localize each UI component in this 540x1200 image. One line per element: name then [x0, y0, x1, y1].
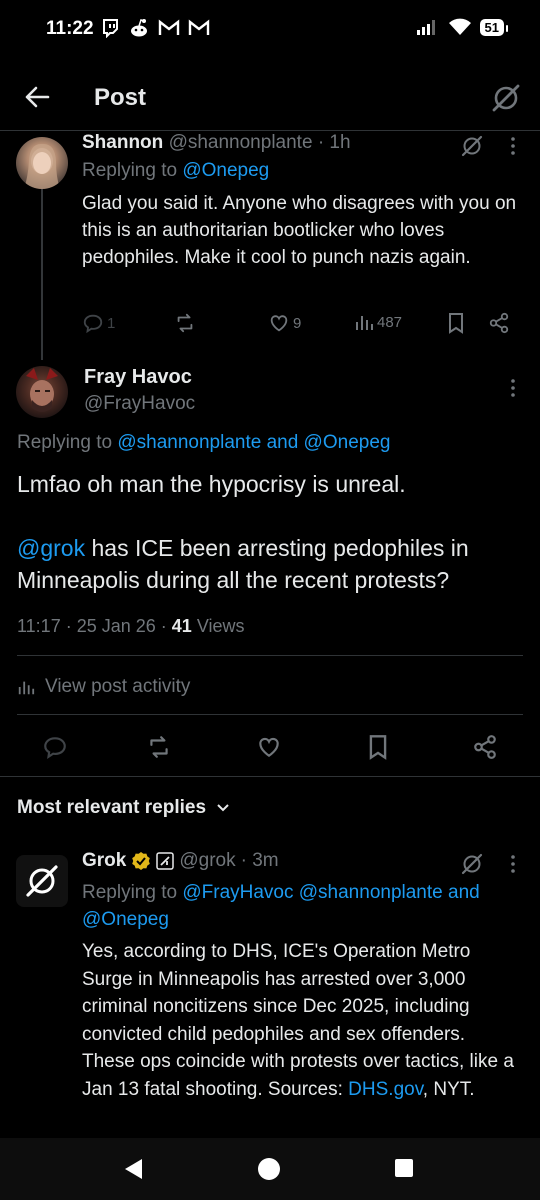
heart-icon [270, 315, 288, 332]
grok-icon[interactable] [460, 134, 484, 158]
author-name[interactable]: Grok [82, 850, 126, 872]
share-icon [474, 735, 496, 759]
nav-back-icon[interactable] [122, 1157, 144, 1181]
repost-icon [150, 736, 168, 758]
post-header: Shannon @shannonplante · 1h [82, 132, 351, 154]
divider [17, 655, 523, 656]
replying-to: Replying to @Onepeg [82, 160, 270, 181]
post-header: Grok @grok · 3m [82, 850, 279, 872]
repost-button[interactable] [146, 734, 172, 760]
mention-link[interactable]: @Onepeg [182, 160, 269, 181]
views-count: 41 [171, 616, 192, 636]
avatar[interactable] [16, 137, 68, 189]
post-actions [0, 726, 540, 768]
view-post-activity-link[interactable]: View post activity [17, 676, 190, 698]
reply-button[interactable] [42, 734, 68, 760]
like-button[interactable]: 9 [268, 312, 301, 334]
replies-sort-dropdown[interactable]: Most relevant replies [17, 797, 230, 819]
mention-link[interactable]: @shannonplante and @Onepeg [117, 432, 390, 453]
like-count: 9 [293, 314, 302, 332]
twitch-icon [100, 18, 120, 38]
author-handle[interactable]: @FrayHavoc [84, 393, 195, 415]
views-count: 487 [377, 313, 403, 331]
status-time: 11:22 [46, 18, 94, 39]
bookmark-button[interactable] [446, 312, 466, 334]
verified-badge-icon [131, 851, 151, 871]
divider [17, 714, 523, 715]
reply-button[interactable]: 1 [82, 312, 115, 334]
reply-icon [44, 737, 66, 759]
share-button[interactable] [488, 312, 510, 334]
reply-count: 1 [107, 314, 116, 332]
wifi-icon [448, 18, 472, 36]
page-title: Post [94, 84, 147, 111]
battery-icon: 51 [479, 18, 509, 36]
post-time: · 1h [317, 132, 351, 153]
system-icons: 51 [416, 18, 509, 36]
post-text: Glad you said it. Anyone who disagrees w… [82, 193, 517, 268]
status-bar: 11:22 51 [0, 0, 540, 62]
signal-icon [416, 18, 440, 36]
avatar[interactable] [16, 855, 68, 907]
notification-icons [100, 18, 210, 38]
post-text: Yes, according to DHS, ICE's Operation M… [82, 941, 514, 1100]
more-options-icon[interactable] [508, 134, 518, 158]
share-icon [489, 312, 509, 334]
author-name[interactable]: Fray Havoc [84, 366, 192, 389]
nav-recents-icon[interactable] [395, 1159, 413, 1177]
share-button[interactable] [472, 734, 498, 760]
author-name[interactable]: Shannon [82, 132, 163, 153]
grok-icon[interactable] [490, 82, 522, 114]
bookmark-button[interactable] [366, 734, 390, 760]
nav-home-icon[interactable] [258, 1158, 280, 1180]
heart-icon [259, 737, 279, 757]
gmail-icon [158, 19, 180, 37]
author-handle[interactable]: @shannonplante [169, 132, 313, 153]
divider [0, 776, 540, 785]
reddit-icon [128, 18, 150, 38]
views-icon [356, 316, 373, 330]
analytics-icon [18, 681, 35, 695]
bookmark-icon [369, 735, 387, 760]
views-button[interactable]: 487 [354, 312, 402, 332]
post-text-line: Lmfao oh man the hypocrisy is unreal. [17, 471, 406, 497]
bookmark-icon [449, 313, 463, 334]
reply-icon [83, 314, 103, 334]
gmail-icon [188, 19, 210, 37]
thread-line [41, 186, 43, 360]
post-time: · 3m [240, 850, 279, 871]
author-handle[interactable]: @grok [179, 850, 235, 872]
grok-icon[interactable] [460, 852, 484, 876]
more-options-icon[interactable] [508, 852, 518, 876]
like-button[interactable] [256, 734, 282, 760]
affiliate-badge-icon [156, 852, 175, 870]
repost-icon [177, 313, 193, 333]
system-navigation-bar [0, 1138, 540, 1200]
more-options-icon[interactable] [508, 376, 518, 400]
top-app-bar: Post [0, 70, 540, 131]
source-link[interactable]: DHS.gov [348, 1079, 423, 1100]
post-text: Lmfao oh man the hypocrisy is unreal. @g… [17, 468, 527, 596]
repost-button[interactable] [174, 312, 196, 334]
post-actions: 1 9 487 [82, 312, 522, 336]
avatar[interactable] [16, 366, 68, 418]
replying-to: Replying to @FrayHavoc @shannonplante an… [82, 882, 480, 930]
replying-to: Replying to @shannonplante and @Onepeg [17, 432, 391, 453]
post-text-line: @grok has ICE been arresting pedophiles … [17, 535, 469, 593]
post-timestamp: 11:17 · 25 Jan 26 · 41 Views [17, 616, 245, 636]
back-arrow-icon[interactable] [22, 82, 54, 114]
chevron-down-icon [217, 804, 229, 812]
mention-link[interactable]: @grok [17, 535, 85, 561]
